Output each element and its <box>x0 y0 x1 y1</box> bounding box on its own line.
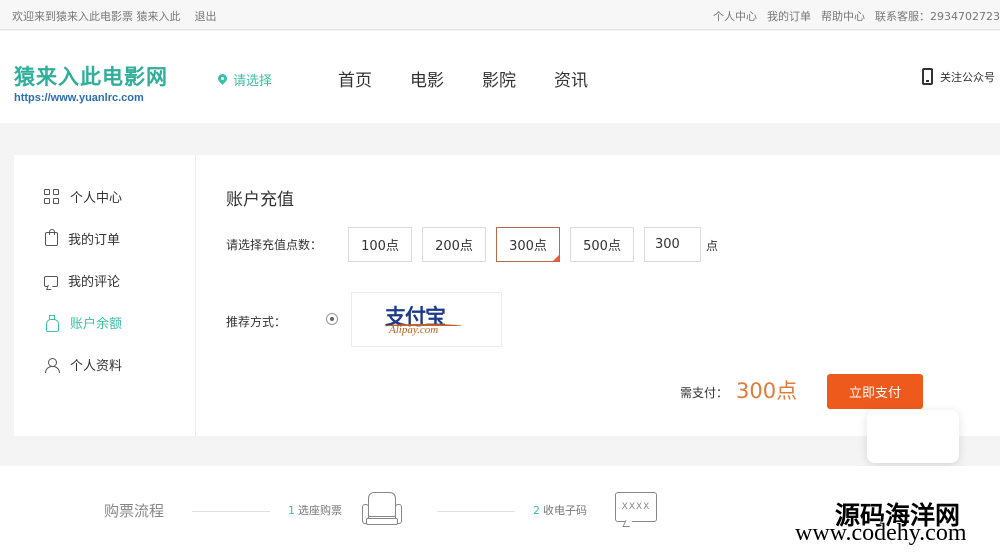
follow-wechat[interactable]: 关注公众号 <box>922 68 995 85</box>
logo-url: https://www.yuanlrc.com <box>14 92 144 104</box>
process-divider <box>192 511 270 512</box>
balance-icon <box>44 314 60 332</box>
main-nav: 首页 电影 影院 资讯 <box>338 66 588 91</box>
process-divider <box>437 511 515 512</box>
sidebar-item-label: 我的评论 <box>68 275 121 290</box>
sidebar-item-personal-center[interactable]: 个人中心 <box>44 187 122 206</box>
phone-icon <box>922 68 933 85</box>
amount-option-200[interactable]: 200点 <box>422 227 486 262</box>
amount-due-label: 需支付： <box>680 386 729 400</box>
payment-method-label: 推荐方式： <box>226 315 287 329</box>
process-step-1: 1 选座购票 <box>288 502 342 518</box>
amount-due-value: 300点 <box>736 379 798 403</box>
nav-movies[interactable]: 电影 <box>410 66 444 91</box>
sidebar-item-label: 账户余额 <box>70 317 123 332</box>
floating-panel[interactable] <box>867 410 959 463</box>
alipay-radio[interactable] <box>326 313 338 325</box>
watermark-url: www.codehy.com <box>795 520 967 546</box>
process-step-2: 2 收电子码 <box>533 502 587 518</box>
alipay-option[interactable]: 支付宝 Alipay.com <box>351 292 502 347</box>
sidebar-item-my-comments[interactable]: 我的评论 <box>44 271 120 290</box>
e-ticket-code-icon: XXXX <box>615 492 657 522</box>
amount-option-100[interactable]: 100点 <box>348 227 412 262</box>
sidebar-item-label: 我的订单 <box>68 233 121 248</box>
follow-wechat-label: 关注公众号 <box>940 70 995 84</box>
logo-name: 猿来入此电影网 <box>14 64 168 89</box>
step-label: 收电子码 <box>543 504 587 517</box>
step-number: 2 <box>533 504 540 517</box>
sidebar-item-my-orders[interactable]: 我的订单 <box>44 228 121 248</box>
sidebar-item-profile[interactable]: 个人资料 <box>44 355 122 374</box>
nav-cinemas[interactable]: 影院 <box>482 66 516 91</box>
alipay-logo-en: Alipay.com <box>389 324 439 336</box>
amount-label: 请选择充值点数： <box>226 238 323 252</box>
step-number: 1 <box>288 504 295 517</box>
top-link-help-center[interactable]: 帮助中心 <box>821 8 865 24</box>
step-label: 选座购票 <box>298 504 342 517</box>
site-header: 猿来入此电影网 https://www.yuanlrc.com 请选择 首页 电… <box>0 31 1000 123</box>
page-title: 账户充值 <box>226 190 294 210</box>
pay-now-button[interactable]: 立即支付 <box>827 374 923 409</box>
process-title: 购票流程 <box>104 502 165 520</box>
welcome-text: 欢迎来到猿来入此电影票 猿来入此 <box>12 10 181 23</box>
nav-news[interactable]: 资讯 <box>554 66 588 91</box>
top-bar-right: 个人中心 我的订单 帮助中心 联系客服：2934702723 <box>713 8 1000 24</box>
sidebar-item-label: 个人资料 <box>70 359 123 374</box>
top-bar-left: 欢迎来到猿来入此电影票 猿来入此 退出 <box>12 8 217 24</box>
grid-icon <box>44 188 60 205</box>
logout-link[interactable]: 退出 <box>195 8 217 24</box>
bag-icon <box>45 228 58 246</box>
comment-icon <box>44 276 58 287</box>
location-pin-icon <box>218 74 227 85</box>
account-card: 个人中心 我的订单 我的评论 账户余额 个人资料 账户充值 请选择充值点数： 1… <box>14 155 1000 436</box>
top-link-personal-center[interactable]: 个人中心 <box>713 8 757 24</box>
sidebar-item-account-balance[interactable]: 账户余额 <box>44 313 122 332</box>
top-bar: 欢迎来到猿来入此电影票 猿来入此 退出 个人中心 我的订单 帮助中心 联系客服：… <box>0 0 1000 30</box>
top-link-my-orders[interactable]: 我的订单 <box>767 8 811 24</box>
sidebar: 个人中心 我的订单 我的评论 账户余额 个人资料 <box>14 155 196 436</box>
sidebar-item-label: 个人中心 <box>70 191 123 206</box>
seat-icon <box>361 490 403 528</box>
custom-amount-input[interactable] <box>644 227 701 262</box>
city-selector-label: 请选择 <box>233 74 273 89</box>
city-selector[interactable]: 请选择 <box>218 70 272 89</box>
nav-home[interactable]: 首页 <box>338 66 372 91</box>
amount-option-500[interactable]: 500点 <box>570 227 634 262</box>
customer-service-text: 联系客服：2934702723 <box>875 10 1000 23</box>
amount-option-300[interactable]: 300点 <box>496 227 560 262</box>
user-icon <box>44 357 60 373</box>
amount-unit: 点 <box>706 239 719 253</box>
site-logo[interactable]: 猿来入此电影网 https://www.yuanlrc.com <box>14 61 168 104</box>
